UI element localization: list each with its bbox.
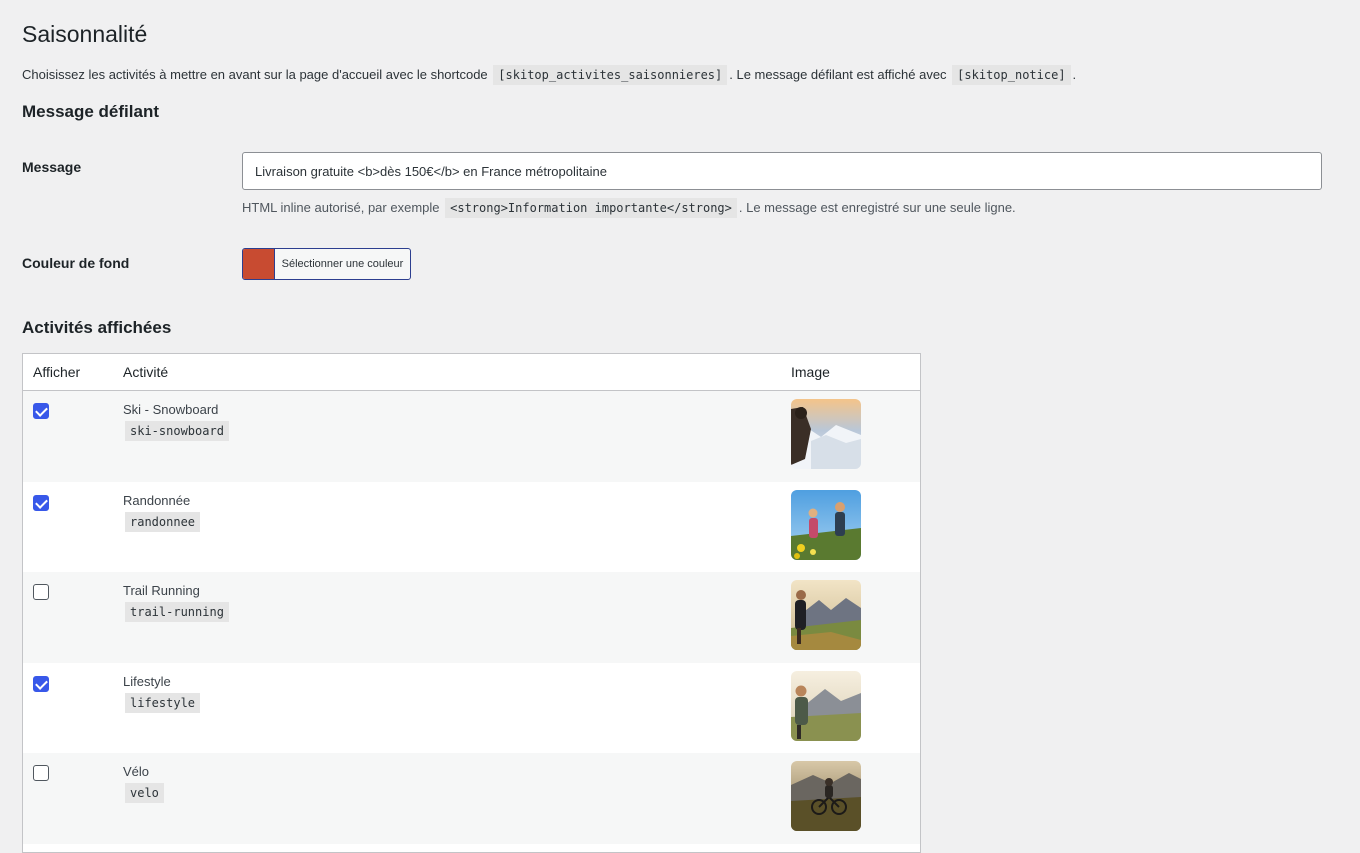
desc-text-end: . Le message est enregistré sur une seul… [738,200,1016,215]
activities-table: Afficher Activité Image Ski - Snowboard … [22,353,921,853]
trail-running-photo-icon [791,580,861,650]
page-title: Saisonnalité [22,21,148,47]
show-checkbox[interactable] [33,403,49,419]
activity-slug: ski-snowboard [125,421,229,441]
shortcode-notice: [skitop_notice] [952,65,1071,85]
table-header: Afficher Activité Image [23,354,920,391]
activity-name: Randonnée [123,492,191,508]
activity-slug: randonnee [125,511,201,532]
bike-photo-icon [791,761,861,831]
intro-text-start: Choisissez les activités à mettre en ava… [22,67,488,82]
column-header-activity: Activité [123,364,169,380]
show-checkbox[interactable] [33,584,49,600]
desc-code-example: <strong>Information importante</strong> [445,198,737,218]
background-color-label: Couleur de fond [22,255,130,271]
color-picker-label: Sélectionner une couleur [281,258,404,270]
show-checkbox[interactable] [33,675,49,692]
hiking-photo-icon [791,489,861,560]
table-row: Ski - Snowboard ski-snowboard [23,391,920,482]
intro-text-end: . [1072,67,1077,82]
activity-slug: lifestyle [125,692,201,713]
intro-text-middle: . Le message défilant est affiché avec [729,67,947,82]
message-input[interactable]: Livraison gratuite <b>dès 150€</b> en Fr… [242,152,1322,190]
table-row: Trail Running trail-running [23,572,920,663]
activities-section-heading: Activités affichées [22,318,172,337]
activity-slug: velo [125,783,164,803]
color-picker-button[interactable]: Sélectionner une couleur [242,248,411,280]
shortcode-activities: [skitop_activites_saisonnieres] [493,65,728,85]
column-header-image: Image [791,364,830,380]
activity-name: Trail Running [123,583,200,598]
message-description: HTML inline autorisé, par exemple <stron… [242,198,1016,218]
table-row: Lifestyle lifestyle [23,663,920,754]
table-row: Vélo velo [23,753,920,844]
activity-name: Lifestyle [123,673,171,689]
column-header-show: Afficher [33,364,81,380]
show-checkbox[interactable] [33,494,49,511]
activity-name: Ski - Snowboard [123,402,219,417]
intro-text: Choisissez les activités à mettre en ava… [22,65,1077,85]
lifestyle-photo-icon [791,670,861,741]
desc-text-start: HTML inline autorisé, par exemple [242,200,440,215]
message-label: Message [22,159,82,175]
message-section-heading: Message défilant [22,102,159,121]
show-checkbox[interactable] [33,765,49,781]
activity-name: Vélo [123,764,150,779]
activity-slug: trail-running [125,602,229,622]
table-row: Randonnée randonnee [23,482,920,573]
ski-photo-icon [791,399,861,469]
color-swatch [243,249,275,279]
